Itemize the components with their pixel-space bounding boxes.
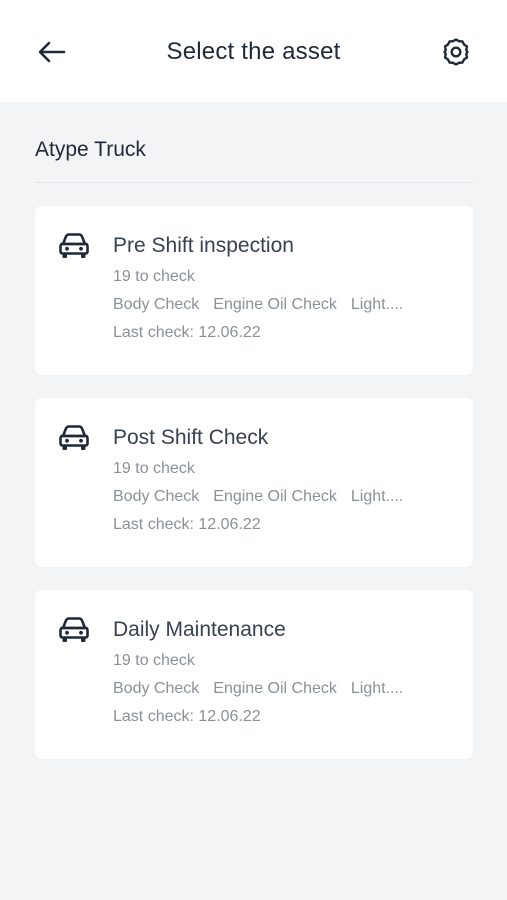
divider [35, 182, 473, 183]
card-check-count: 19 to check [113, 652, 195, 669]
car-icon [59, 233, 89, 258]
app-header: Select the asset [0, 0, 507, 102]
settings-button[interactable] [440, 36, 472, 68]
checklist-card-post-shift[interactable]: Post Shift Check 19 to check Body Check E… [35, 398, 473, 567]
card-last-check: Last check: 12.06.22 [113, 708, 261, 725]
checklist-card-daily-maintenance[interactable]: Daily Maintenance 19 to check Body Check… [35, 590, 473, 759]
card-title: Pre Shift inspection [113, 234, 294, 257]
card-tag: Body Check [113, 680, 200, 697]
card-tag: Light.... [350, 680, 404, 697]
card-tag: Light.... [350, 488, 404, 505]
card-tags: Body Check Engine Oil Check Light.... [113, 296, 417, 314]
card-last-check: Last check: 12.06.22 [113, 324, 261, 341]
card-tag: Engine Oil Check [213, 680, 337, 697]
car-icon [59, 425, 89, 450]
gear-icon [443, 38, 469, 66]
card-tag: Light.... [350, 296, 404, 313]
car-icon [59, 617, 89, 642]
card-tag: Engine Oil Check [213, 296, 337, 313]
page-title: Select the asset [166, 38, 341, 65]
card-last-check: Last check: 12.06.22 [113, 516, 261, 533]
card-title: Daily Maintenance [113, 618, 286, 641]
card-tag: Body Check [113, 488, 200, 505]
card-tags: Body Check Engine Oil Check Light.... [113, 680, 417, 698]
asset-group-title: Atype Truck [35, 138, 146, 161]
checklist-card-pre-shift[interactable]: Pre Shift inspection 19 to check Body Ch… [35, 206, 473, 375]
card-tag: Body Check [113, 296, 200, 313]
card-tag: Engine Oil Check [213, 488, 337, 505]
card-check-count: 19 to check [113, 268, 195, 285]
card-title: Post Shift Check [113, 426, 269, 449]
card-tags: Body Check Engine Oil Check Light.... [113, 488, 417, 506]
card-check-count: 19 to check [113, 460, 195, 477]
